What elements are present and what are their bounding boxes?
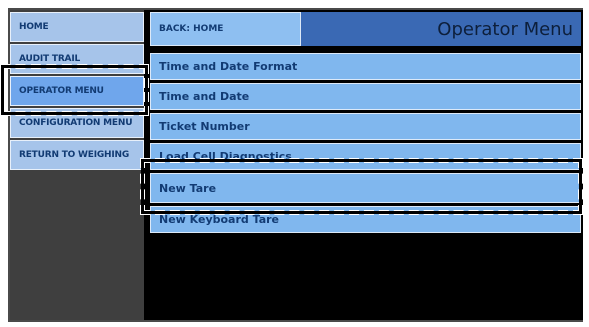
page-title: Operator Menu: [301, 12, 581, 46]
menu-item-label: Time and Date Format: [159, 60, 298, 73]
menu-item-time-and-date[interactable]: Time and Date: [150, 83, 581, 110]
menu-item-new-keyboard-tare[interactable]: New Keyboard Tare: [150, 206, 581, 233]
sidebar-item-label: RETURN TO WEIGHING: [19, 150, 130, 160]
menu-item-ticket-number[interactable]: Ticket Number: [150, 113, 581, 140]
sidebar-item-label: CONFIGURATION MENU: [19, 118, 133, 128]
back-button-label: BACK: HOME: [159, 24, 224, 34]
page-title-text: Operator Menu: [437, 18, 573, 40]
sidebar-item-operator-menu[interactable]: OPERATOR MENU: [10, 76, 144, 106]
menu-item-label: New Tare: [159, 181, 217, 195]
sidebar: HOME AUDIT TRAIL OPERATOR MENU CONFIGURA…: [10, 10, 144, 320]
main-panel: BACK: HOME Operator Menu Time and Date F…: [148, 10, 583, 320]
sidebar-item-return-to-weighing[interactable]: RETURN TO WEIGHING: [10, 140, 144, 170]
sidebar-item-label: OPERATOR MENU: [19, 86, 104, 96]
sidebar-item-label: AUDIT TRAIL: [19, 54, 81, 64]
sidebar-item-configuration-menu[interactable]: CONFIGURATION MENU: [10, 108, 144, 138]
menu-item-label: New Keyboard Tare: [159, 213, 279, 226]
menu-item-label: Ticket Number: [159, 120, 250, 133]
menu-item-label: Time and Date: [159, 90, 250, 103]
sidebar-item-audit-trail[interactable]: AUDIT TRAIL: [10, 44, 144, 74]
menu-item-time-and-date-format[interactable]: Time and Date Format: [150, 53, 581, 80]
sidebar-item-label: HOME: [19, 22, 49, 32]
sidebar-item-home[interactable]: HOME: [10, 12, 144, 42]
menu-item-load-cell-diagnostics[interactable]: Load Cell Diagnostics: [150, 143, 581, 170]
back-button[interactable]: BACK: HOME: [150, 12, 301, 46]
menu-item-new-tare[interactable]: New Tare: [150, 173, 581, 203]
menu-item-label: Load Cell Diagnostics: [159, 150, 292, 163]
